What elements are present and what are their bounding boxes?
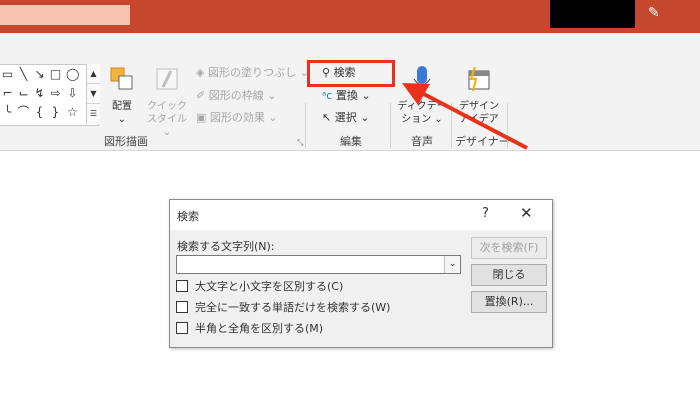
whole-words-label: 完全に一致する単語だけを検索する(W) [195, 301, 391, 314]
find-dialog: 検索 ? ✕ 検索する文字列(N): ⌄ 大文字と小文字を区別する(C) 完全に… [169, 199, 553, 348]
dialog-title-bar[interactable]: 検索 ? ✕ [170, 200, 552, 230]
chevron-down-icon[interactable]: ⌄ [444, 256, 460, 273]
whole-words-checkbox[interactable]: 完全に一致する単語だけを検索する(W) [176, 300, 390, 315]
dialog-title: 検索 [177, 210, 199, 223]
find-what-input[interactable]: ⌄ [176, 255, 461, 274]
checkbox-box[interactable] [176, 280, 188, 292]
match-width-label: 半角と全角を区別する(M) [195, 322, 324, 335]
help-icon[interactable]: ? [482, 206, 489, 221]
checkbox-box[interactable] [176, 301, 188, 313]
checkbox-box[interactable] [176, 322, 188, 334]
find-next-button[interactable]: 次を検索(F) [471, 237, 547, 259]
match-case-checkbox[interactable]: 大文字と小文字を区別する(C) [176, 279, 343, 294]
close-icon[interactable]: ✕ [520, 204, 533, 222]
replace-button[interactable]: 置換(R)... [471, 291, 547, 313]
close-button[interactable]: 閉じる [471, 264, 547, 286]
find-what-label: 検索する文字列(N): [177, 240, 275, 253]
match-width-checkbox[interactable]: 半角と全角を区別する(M) [176, 321, 323, 336]
match-case-label: 大文字と小文字を区別する(C) [195, 280, 344, 293]
